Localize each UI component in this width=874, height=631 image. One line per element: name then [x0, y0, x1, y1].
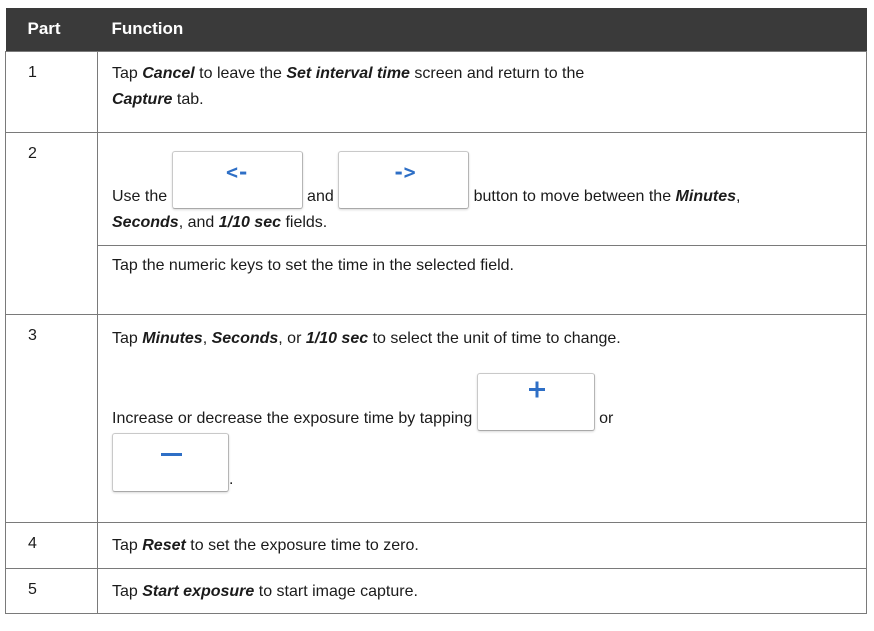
left-arrow-icon: <- [226, 159, 249, 184]
start-exposure-term: Start exposure [142, 582, 255, 600]
table-row: 5 Tap Start exposure to start image capt… [5, 567, 867, 614]
function-cell: Use the <- and -> button to move between… [97, 131, 867, 315]
table-row: 3 Tap Minutes, Seconds, or 1/10 sec to s… [5, 313, 867, 523]
seconds-term: Seconds [112, 213, 179, 231]
text: , [736, 187, 741, 205]
part-number: 4 [5, 521, 98, 569]
cancel-term: Cancel [142, 64, 195, 82]
part-number: 5 [5, 567, 98, 614]
table-row: 1 Tap Cancel to leave the Set interval t… [5, 50, 867, 133]
function-cell: Tap Cancel to leave the Set interval tim… [97, 50, 867, 133]
text: to set the exposure time to zero. [185, 536, 419, 554]
table-row: 2 Use the <- and -> button to move betwe… [5, 131, 867, 315]
function-cell: Tap Start exposure to start image captur… [97, 567, 867, 614]
increase-button[interactable] [476, 372, 595, 431]
capture-term: Capture [112, 90, 173, 108]
reset-term: Reset [142, 536, 186, 554]
text: , [202, 329, 212, 347]
next-field-button[interactable]: -> [338, 150, 470, 209]
text: Tap [112, 536, 143, 554]
text: to leave the [194, 64, 287, 82]
text: fields. [281, 213, 328, 231]
tenth-sec-term: 1/10 sec [218, 213, 281, 231]
text: screen and return to the [409, 64, 585, 82]
text: or [594, 409, 614, 427]
numeric-keys-text: Tap the numeric keys to set the time in … [112, 256, 514, 274]
function-cell: Tap Reset to set the exposure time to ze… [97, 521, 867, 569]
set-interval-time-term: Set interval time [286, 64, 410, 82]
function-cell: Tap Minutes, Seconds, or 1/10 sec to sel… [97, 313, 867, 523]
part-number: 1 [5, 50, 98, 133]
seconds-term: Seconds [211, 329, 279, 347]
part-number: 3 [5, 313, 98, 523]
table-row: 4 Tap Reset to set the exposure time to … [5, 521, 867, 569]
text: , or [278, 329, 306, 347]
previous-field-button[interactable]: <- [171, 150, 303, 209]
text: Increase or decrease the exposure time b… [112, 409, 477, 427]
minutes-term: Minutes [142, 329, 203, 347]
text: Tap [112, 582, 143, 600]
plus-icon [528, 381, 545, 397]
text: to start image capture. [254, 582, 418, 600]
text: tab. [172, 90, 204, 108]
minutes-term: Minutes [675, 187, 736, 205]
header-function: Function [97, 8, 867, 51]
text: to select the unit of time to change. [368, 329, 621, 347]
header-part: Part [5, 8, 98, 51]
text: button to move between the [469, 187, 676, 205]
text: Tap [112, 329, 143, 347]
text: and [302, 187, 339, 205]
minus-icon [161, 452, 182, 456]
header-row: Part Function [5, 8, 867, 51]
text: Tap [112, 64, 143, 82]
tenth-sec-term: 1/10 sec [305, 329, 369, 347]
part-number: 2 [5, 131, 98, 315]
right-arrow-icon: -> [392, 159, 416, 184]
text: Use the [112, 187, 172, 205]
text: , and [178, 213, 219, 231]
parts-table: Part Function 1 Tap Cancel to leave the … [5, 8, 867, 614]
decrease-button[interactable] [112, 432, 229, 492]
